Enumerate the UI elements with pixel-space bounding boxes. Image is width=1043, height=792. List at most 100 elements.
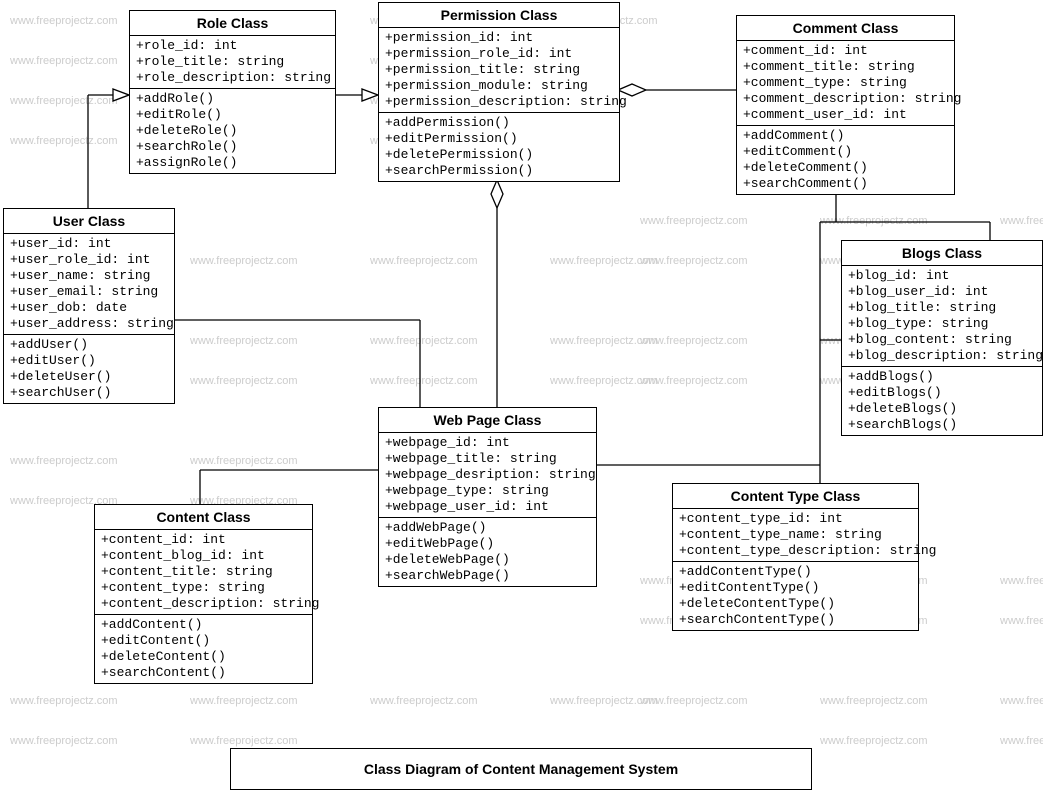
method: +editUser() [10, 353, 168, 369]
method: +searchPermission() [385, 163, 613, 179]
class-title: Role Class [130, 11, 335, 36]
attribute: +user_dob: date [10, 300, 168, 316]
attribute: +blog_id: int [848, 268, 1036, 284]
attribute: +blog_title: string [848, 300, 1036, 316]
watermark: www.freeprojectz.com [10, 55, 118, 67]
class-attributes: +blog_id: int+blog_user_id: int+blog_tit… [842, 266, 1042, 367]
method: +editRole() [136, 107, 329, 123]
attribute: +blog_description: string [848, 348, 1036, 364]
class-methods: +addBlogs()+editBlogs()+deleteBlogs()+se… [842, 367, 1042, 435]
attribute: +comment_id: int [743, 43, 948, 59]
attribute: +role_id: int [136, 38, 329, 54]
attribute: +role_title: string [136, 54, 329, 70]
watermark: www.freeprojectz.com [10, 695, 118, 707]
class-contenttype: Content Type Class+content_type_id: int+… [672, 483, 919, 631]
attribute: +content_type_id: int [679, 511, 912, 527]
watermark: www.freeprojectz.com [10, 735, 118, 747]
method: +searchRole() [136, 139, 329, 155]
attribute: +permission_module: string [385, 78, 613, 94]
watermark: www.freeprojectz.com [190, 335, 298, 347]
method: +deleteContentType() [679, 596, 912, 612]
class-title: Blogs Class [842, 241, 1042, 266]
watermark: www.freeprojectz.com [1000, 615, 1043, 627]
attribute: +user_address: string [10, 316, 168, 332]
class-methods: +addContent()+editContent()+deleteConten… [95, 615, 312, 683]
method: +addWebPage() [385, 520, 590, 536]
watermark: www.freeprojectz.com [640, 375, 748, 387]
watermark: www.freeprojectz.com [1000, 735, 1043, 747]
attribute: +blog_user_id: int [848, 284, 1036, 300]
method: +deleteComment() [743, 160, 948, 176]
method: +searchContent() [101, 665, 306, 681]
attribute: +blog_type: string [848, 316, 1036, 332]
attribute: +content_blog_id: int [101, 548, 306, 564]
attribute: +comment_description: string [743, 91, 948, 107]
class-methods: +addPermission()+editPermission()+delete… [379, 113, 619, 181]
method: +addContent() [101, 617, 306, 633]
watermark: www.freeprojectz.com [190, 375, 298, 387]
attribute: +webpage_user_id: int [385, 499, 590, 515]
attribute: +permission_title: string [385, 62, 613, 78]
watermark: www.freeprojectz.com [820, 695, 928, 707]
watermark: www.freeprojectz.com [370, 335, 478, 347]
method: +editWebPage() [385, 536, 590, 552]
method: +addPermission() [385, 115, 613, 131]
watermark: www.freeprojectz.com [190, 255, 298, 267]
watermark: www.freeprojectz.com [10, 455, 118, 467]
watermark: www.freeprojectz.com [640, 215, 748, 227]
method: +addComment() [743, 128, 948, 144]
class-title: Content Class [95, 505, 312, 530]
class-attributes: +content_type_id: int+content_type_name:… [673, 509, 918, 562]
watermark: www.freeprojectz.com [820, 735, 928, 747]
method: +searchWebPage() [385, 568, 590, 584]
method: +editContent() [101, 633, 306, 649]
method: +deleteUser() [10, 369, 168, 385]
method: +assignRole() [136, 155, 329, 171]
method: +searchUser() [10, 385, 168, 401]
watermark: www.freeprojectz.com [190, 695, 298, 707]
watermark: www.freeprojectz.com [550, 255, 658, 267]
attribute: +user_email: string [10, 284, 168, 300]
method: +addBlogs() [848, 369, 1036, 385]
attribute: +comment_type: string [743, 75, 948, 91]
method: +editBlogs() [848, 385, 1036, 401]
attribute: +comment_user_id: int [743, 107, 948, 123]
class-attributes: +content_id: int+content_blog_id: int+co… [95, 530, 312, 615]
class-attributes: +role_id: int+role_title: string+role_de… [130, 36, 335, 89]
method: +searchBlogs() [848, 417, 1036, 433]
watermark: www.freeprojectz.com [370, 695, 478, 707]
watermark: www.freeprojectz.com [640, 695, 748, 707]
class-user: User Class+user_id: int+user_role_id: in… [3, 208, 175, 404]
class-content: Content Class+content_id: int+content_bl… [94, 504, 313, 684]
watermark: www.freeprojectz.com [550, 375, 658, 387]
method: +deleteContent() [101, 649, 306, 665]
class-webpage: Web Page Class+webpage_id: int+webpage_t… [378, 407, 597, 587]
method: +searchComment() [743, 176, 948, 192]
watermark: www.freeprojectz.com [370, 375, 478, 387]
method: +addContentType() [679, 564, 912, 580]
class-attributes: +user_id: int+user_role_id: int+user_nam… [4, 234, 174, 335]
method: +deleteWebPage() [385, 552, 590, 568]
attribute: +content_title: string [101, 564, 306, 580]
attribute: +permission_id: int [385, 30, 613, 46]
watermark: www.freeprojectz.com [550, 335, 658, 347]
watermark: www.freeprojectz.com [1000, 695, 1043, 707]
watermark: www.freeprojectz.com [190, 455, 298, 467]
attribute: +content_type_description: string [679, 543, 912, 559]
attribute: +webpage_title: string [385, 451, 590, 467]
class-attributes: +webpage_id: int+webpage_title: string +w… [379, 433, 596, 518]
method: +deleteRole() [136, 123, 329, 139]
watermark: www.freeprojectz.com [370, 255, 478, 267]
class-permission: Permission Class+permission_id: int+perm… [378, 2, 620, 182]
attribute: +webpage_type: string [385, 483, 590, 499]
attribute: +webpage_id: int [385, 435, 590, 451]
attribute: +content_description: string [101, 596, 306, 612]
method: +editComment() [743, 144, 948, 160]
attribute: +role_description: string [136, 70, 329, 86]
watermark: www.freeprojectz.com [550, 695, 658, 707]
method: +addUser() [10, 337, 168, 353]
class-attributes: +comment_id: int+comment_title: string+c… [737, 41, 954, 126]
method: +searchContentType() [679, 612, 912, 628]
attribute: +comment_title: string [743, 59, 948, 75]
diagram-caption: Class Diagram of Content Management Syst… [230, 748, 812, 790]
